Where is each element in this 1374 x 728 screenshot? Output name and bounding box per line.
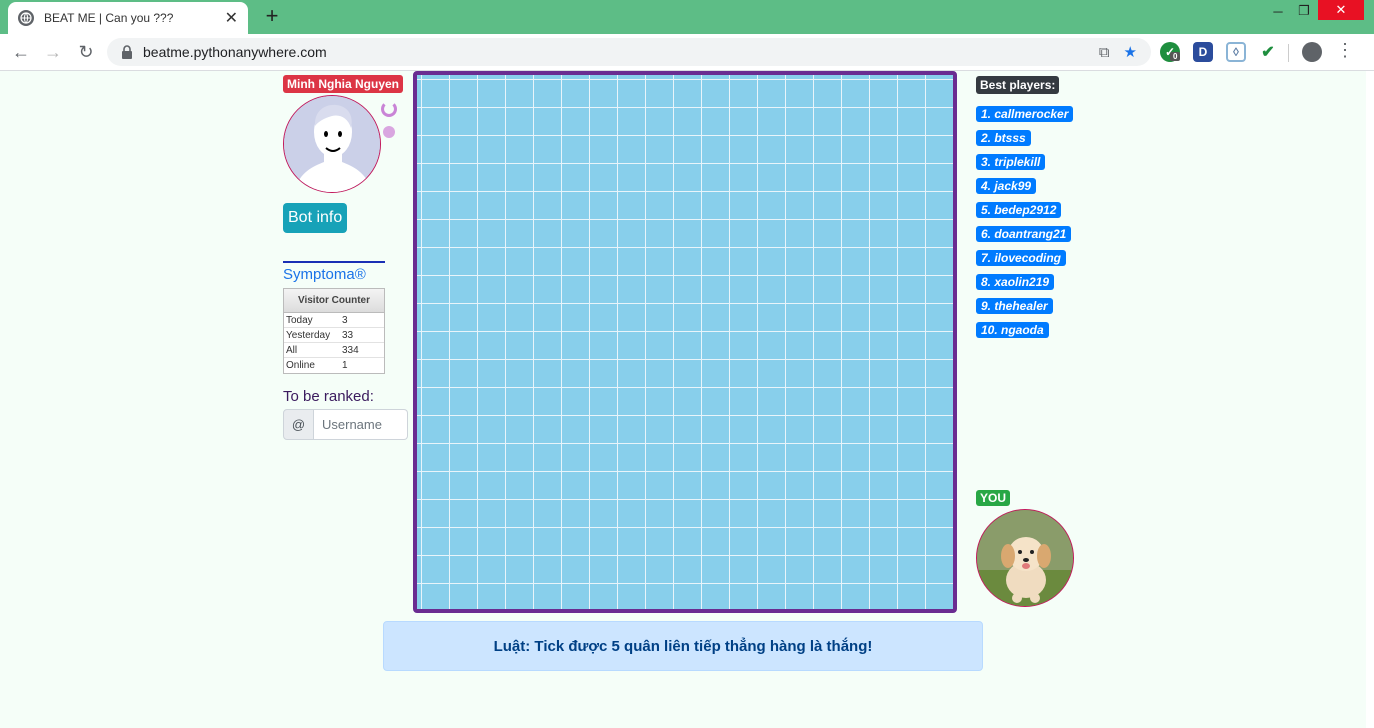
visitor-row-label: Yesterday [286, 329, 331, 341]
bot-info-button[interactable]: Bot info [283, 203, 348, 233]
ranking-label: To be ranked: [283, 388, 374, 405]
extension-shield-icon[interactable]: ◊ [1226, 42, 1246, 62]
best-player-item: 4. jack99 [976, 178, 1037, 194]
visitor-row-label: Online [286, 360, 315, 371]
bookmark-star-icon[interactable]: ★ [1124, 43, 1137, 61]
visitor-row-label: Today [286, 314, 313, 326]
best-player-item: 7. ilovecoding [976, 250, 1067, 266]
toolbar-divider [1288, 44, 1289, 62]
url-text: beatme.pythonanywhere.com [143, 44, 327, 60]
extension-grammar-icon[interactable]: ✔ [1258, 42, 1278, 62]
best-player-item: 2. btsss [976, 130, 1031, 146]
tab-close-icon[interactable]: ✕ [225, 8, 238, 28]
globe-icon [18, 10, 34, 26]
best-players-label: Best players: [976, 76, 1060, 94]
best-player-item: 5. bedep2912 [976, 202, 1062, 218]
puppy-photo-icon [977, 510, 1073, 606]
visitor-row-label: All [286, 344, 298, 356]
person-silhouette-icon [284, 96, 380, 192]
visitor-row-value: 3 [342, 314, 348, 326]
translate-icon[interactable]: ⧉ [1099, 44, 1110, 61]
bot-avatar [283, 95, 381, 193]
visitor-counter: Visitor Counter Today 3 Yesterday 33 All… [283, 288, 385, 374]
window-close-icon[interactable]: ✕ [1318, 0, 1364, 20]
reload-icon[interactable]: ↻ [74, 40, 98, 64]
user-avatar [976, 509, 1074, 607]
username-input-group: @ [283, 409, 408, 440]
tab-title: BEAT ME | Can you ??? [44, 11, 174, 25]
new-tab-icon[interactable]: + [260, 3, 284, 28]
visitor-counter-title: Visitor Counter [284, 289, 384, 313]
rules-banner: Luật: Tick được 5 quân liên tiếp thẳng h… [383, 621, 983, 671]
loading-spinner-icon [381, 101, 397, 117]
symptoma-divider [283, 261, 385, 263]
browser-tab[interactable]: BEAT ME | Can you ??? ✕ [8, 2, 248, 34]
you-badge: YOU [976, 490, 1011, 506]
extension-badge: 0 [1170, 52, 1181, 61]
extension-check-icon[interactable]: ✓0 [1160, 42, 1181, 62]
page-scrollbar[interactable] [1366, 71, 1374, 728]
visitor-row-value: 1 [342, 360, 348, 371]
status-dot [383, 126, 395, 138]
back-arrow-icon[interactable]: ← [9, 40, 33, 64]
at-prefix: @ [283, 409, 314, 440]
visitor-row-today: Today 3 [284, 313, 384, 328]
best-player-item: 8. xaolin219 [976, 274, 1055, 290]
best-player-item: 1. callmerocker [976, 106, 1074, 122]
profile-icon[interactable] [1302, 42, 1322, 62]
best-player-item: 3. triplekill [976, 154, 1046, 170]
visitor-row-all: All 334 [284, 343, 384, 358]
symptoma-link[interactable]: Symptoma® [283, 266, 366, 283]
visitor-row-yesterday: Yesterday 33 [284, 328, 384, 343]
username-input[interactable] [314, 409, 408, 440]
menu-kebab-icon[interactable]: ⋮ [1336, 40, 1354, 61]
visitor-row-value: 334 [342, 344, 359, 356]
lock-icon [122, 45, 132, 59]
visitor-row-online: Online 1 [284, 358, 384, 373]
forward-arrow-icon[interactable]: → [41, 40, 65, 64]
browser-toolbar: ← → ↻ beatme.pythonanywhere.com ⧉ ★ ✓0 D… [0, 34, 1374, 71]
best-player-item: 9. thehealer [976, 298, 1053, 314]
extension-d-icon[interactable]: D [1193, 42, 1213, 62]
best-player-item: 10. ngaoda [976, 322, 1049, 338]
game-board[interactable] [413, 71, 957, 613]
bot-name-badge: Minh Nghia Nguyen [283, 75, 403, 93]
address-bar[interactable]: beatme.pythonanywhere.com ⧉ ★ [107, 38, 1151, 66]
best-player-item: 6. doantrang21 [976, 226, 1072, 242]
browser-tab-bar: BEAT ME | Can you ??? ✕ + ─ ❐ ✕ [0, 0, 1374, 34]
visitor-row-value: 33 [342, 329, 354, 341]
